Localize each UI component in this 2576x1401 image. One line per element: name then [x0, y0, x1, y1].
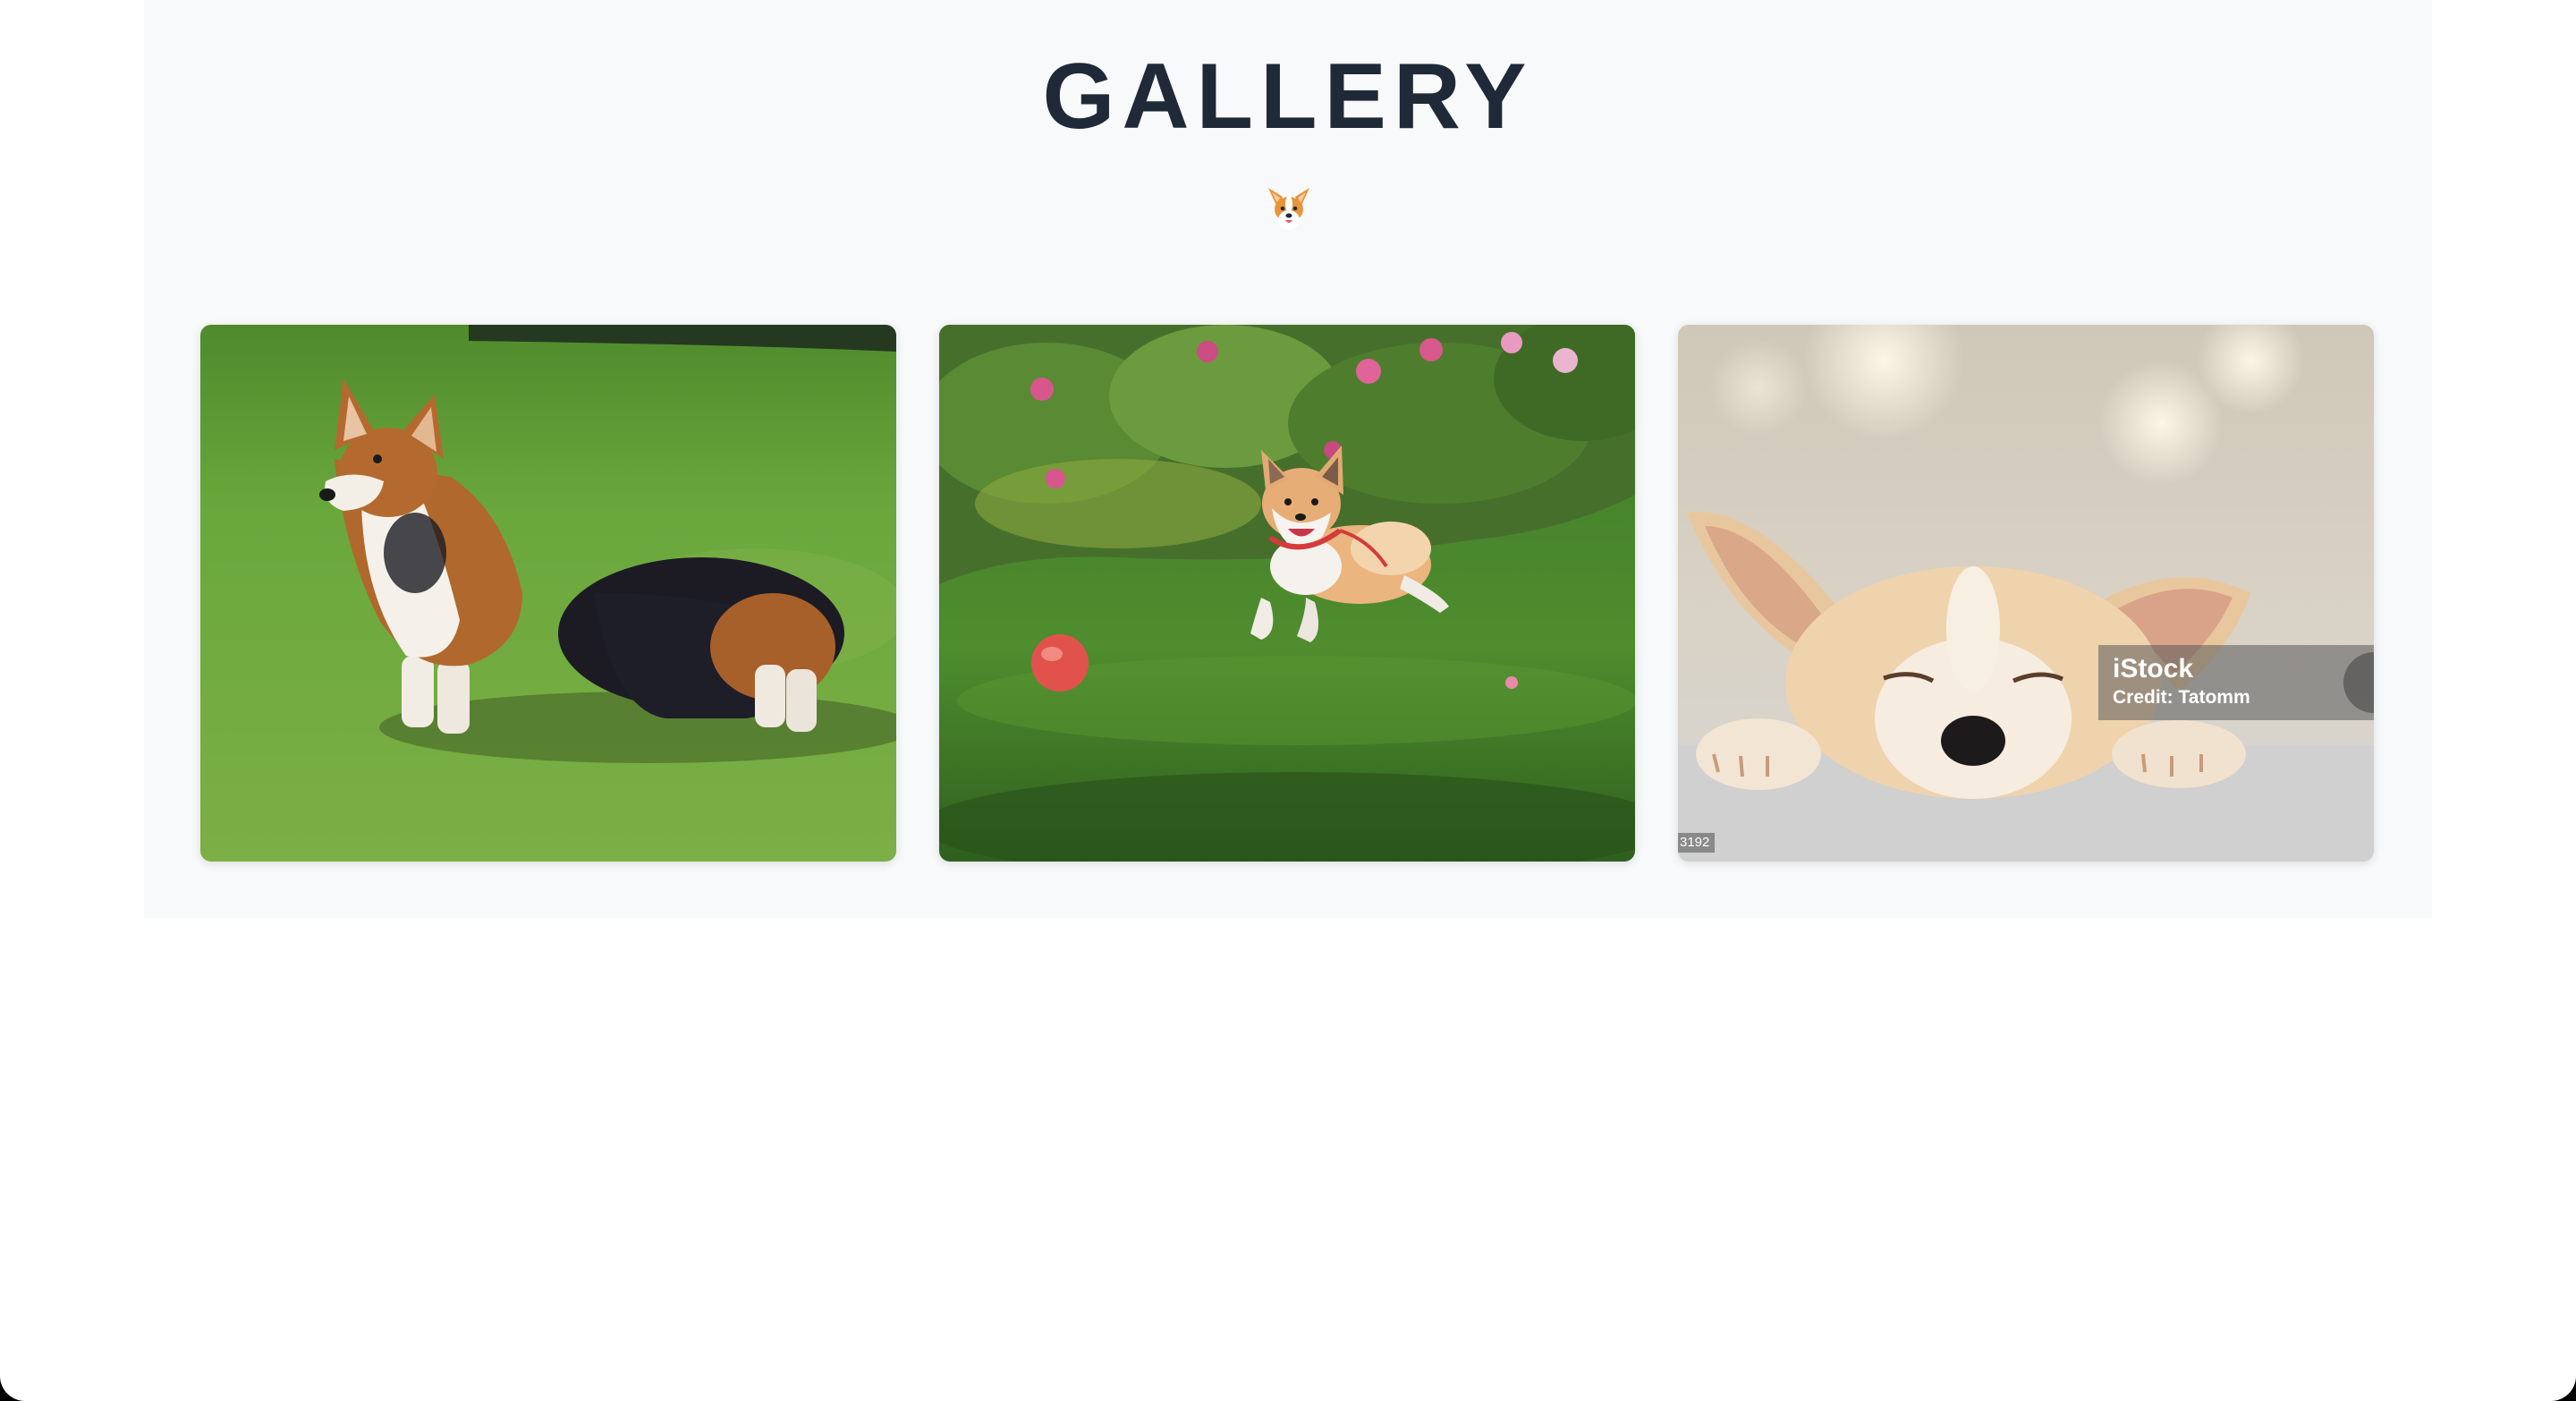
watermark-credit: Credit: Tatomm — [2113, 687, 2250, 708]
corgi-running-photo — [939, 325, 1635, 862]
watermark-edge-shape — [2343, 652, 2374, 713]
corgi-standing-photo — [200, 325, 896, 862]
istock-watermark: iStock Credit: Tatomm — [2098, 645, 2374, 720]
sleeping-puppy-photo — [1678, 325, 2374, 862]
gallery-photo-1[interactable] — [200, 325, 896, 862]
gallery-photo-2[interactable] — [939, 325, 1635, 862]
gallery-section: GALLERY iStock Credit: Tatomm 3192 — [144, 0, 2432, 918]
corgi-face-icon — [1266, 184, 1312, 233]
gallery-photo-3[interactable]: iStock Credit: Tatomm 3192 — [1678, 325, 2374, 862]
gallery-title: GALLERY — [1042, 45, 1534, 149]
image-id-label: 3192 — [1678, 833, 1716, 853]
page-viewport: GALLERY iStock Credit: Tatomm 3192 — [0, 0, 2576, 1401]
watermark-brand: iStock — [2113, 654, 2194, 684]
